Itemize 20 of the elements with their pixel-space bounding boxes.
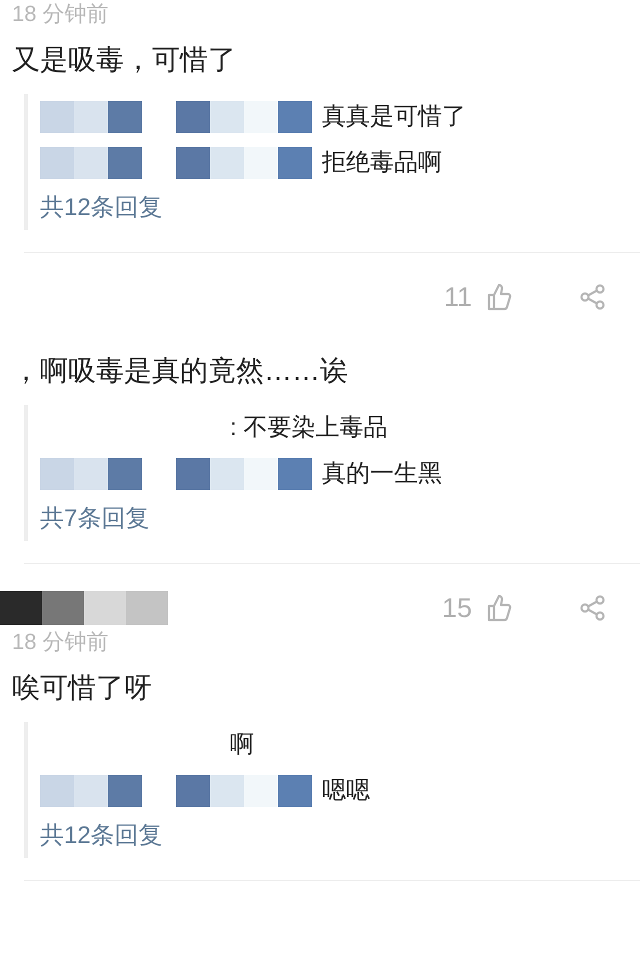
comment-text: 唉可惜了呀	[12, 671, 153, 705]
reply-count-link[interactable]: 共12条回复	[40, 818, 640, 854]
comment-time: 18 分钟前	[12, 628, 110, 656]
reply-text: 真的一生黑	[322, 459, 442, 489]
reply-text: : 不要染上毒品	[230, 413, 388, 443]
like-count: 15	[442, 592, 472, 625]
reply-text: 嗯嗯	[322, 776, 370, 806]
reply-count-link[interactable]: 共12条回复	[40, 190, 640, 226]
comment-time: 18 分钟前	[12, 0, 110, 28]
reply-text: 真真是可惜了	[322, 102, 466, 132]
comment-text: ，啊吸毒是真的竟然……诶	[12, 354, 349, 388]
comment-text: 又是吸毒，可惜了	[12, 43, 237, 77]
reply-count-link[interactable]: 共7条回复	[40, 501, 640, 537]
share-icon[interactable]	[580, 595, 606, 621]
reply-text: 啊	[230, 730, 254, 760]
thumbs-up-icon[interactable]	[486, 283, 512, 311]
like-count: 11	[444, 280, 472, 314]
reply-text: 拒绝毒品啊	[322, 148, 442, 178]
share-icon[interactable]	[580, 284, 606, 310]
thumbs-up-icon[interactable]	[486, 594, 512, 622]
